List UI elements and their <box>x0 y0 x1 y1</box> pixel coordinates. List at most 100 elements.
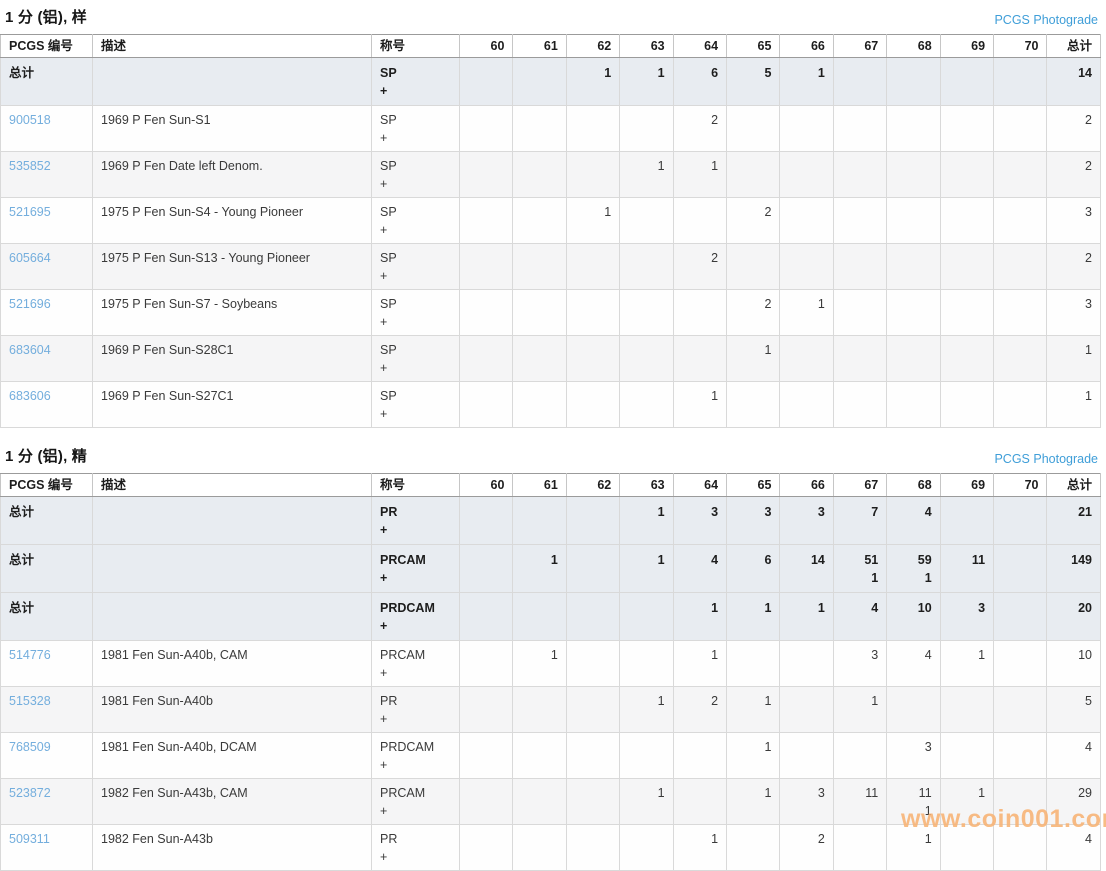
designation-label: SP <box>380 341 451 359</box>
pcgs-number-link[interactable]: 509311 <box>9 832 50 846</box>
pcgs-number-cell: 514776 <box>1 641 93 687</box>
grade-70-cell <box>994 825 1047 871</box>
designation-cell: SP+ <box>372 106 460 152</box>
total-row: 总计PRDCAM+111410320 <box>1 593 1101 641</box>
pcgs-number-link[interactable]: 900518 <box>9 113 51 127</box>
grade-64-cell: 2 <box>673 687 726 733</box>
grade-count: 3 <box>788 784 824 802</box>
designation-cell: PRCAM+ <box>372 545 460 593</box>
grade-61-cell <box>513 198 566 244</box>
grade-64-cell: 1 <box>673 593 726 641</box>
table-row: 5147761981 Fen Sun-A40b, CAMPRCAM+113411… <box>1 641 1101 687</box>
grade-count: 1 <box>628 64 664 82</box>
grade-count: 1 <box>788 599 824 617</box>
pcgs-number-link[interactable]: 521695 <box>9 205 51 219</box>
column-header-pcgs-number: PCGS 编号 <box>1 474 93 497</box>
grade-68-cell <box>887 382 940 428</box>
pcgs-number-link[interactable]: 535852 <box>9 159 51 173</box>
grade-64-cell: 4 <box>673 545 726 593</box>
total-count: 4 <box>1055 830 1092 848</box>
pcgs-number-cell: 523872 <box>1 779 93 825</box>
grade-68-cell: 591 <box>887 545 940 593</box>
total-row: 总计SP+1165114 <box>1 58 1101 106</box>
designation-label: PR <box>380 830 451 848</box>
pcgs-number-link[interactable]: 523872 <box>9 786 51 800</box>
total-cell: 3 <box>1047 198 1101 244</box>
grade-67-cell: 3 <box>833 641 886 687</box>
grade-66-cell: 1 <box>780 290 833 336</box>
table-row: 9005181969 P Fen Sun-S1SP+22 <box>1 106 1101 152</box>
grade-count: 1 <box>682 646 718 664</box>
total-count: 1 <box>1055 387 1092 405</box>
designation-plus-label: + <box>380 617 451 635</box>
pcgs-number-cell: 605664 <box>1 244 93 290</box>
designation-label: SP <box>380 249 451 267</box>
total-cell: 5 <box>1047 687 1101 733</box>
pcgs-number-link[interactable]: 683604 <box>9 343 51 357</box>
grade-70-cell <box>994 58 1047 106</box>
designation-label: PRDCAM <box>380 599 451 617</box>
column-header-61: 61 <box>513 474 566 497</box>
grade-68-cell: 1 <box>887 825 940 871</box>
pcgs-number-cell: 768509 <box>1 733 93 779</box>
description-cell: 1969 P Fen Sun-S1 <box>93 106 372 152</box>
total-cell: 14 <box>1047 58 1101 106</box>
grade-count: 1 <box>682 157 718 175</box>
pcgs-number-cell: 521696 <box>1 290 93 336</box>
grade-count: 1 <box>682 387 718 405</box>
grade-63-cell <box>620 641 673 687</box>
grade-count: 3 <box>895 738 931 756</box>
pcgs-number-link[interactable]: 683606 <box>9 389 51 403</box>
total-cell: 29 <box>1047 779 1101 825</box>
column-header-designation: 称号 <box>372 474 460 497</box>
pcgs-number-cell: 683606 <box>1 382 93 428</box>
column-header-68: 68 <box>887 474 940 497</box>
designation-label: SP <box>380 295 451 313</box>
grade-66-cell <box>780 198 833 244</box>
pcgs-number-cell: 总计 <box>1 593 93 641</box>
total-label: 总计 <box>9 553 34 567</box>
grade-66-cell <box>780 336 833 382</box>
total-cell: 4 <box>1047 733 1101 779</box>
grade-count: 1 <box>949 646 985 664</box>
pcgs-number-link[interactable]: 521696 <box>9 297 51 311</box>
grade-64-cell: 2 <box>673 106 726 152</box>
grade-63-cell <box>620 106 673 152</box>
grade-count: 1 <box>628 157 664 175</box>
grade-67-cell: 11 <box>833 779 886 825</box>
grade-60-cell <box>460 641 513 687</box>
population-table-proof: PCGS 编号描述称号6061626364656667686970总计总计PR+… <box>0 473 1101 871</box>
total-count: 3 <box>1055 295 1092 313</box>
grade-60-cell <box>460 106 513 152</box>
grade-count: 11 <box>842 784 878 802</box>
page-title: 1 分 (铝), 精 <box>5 445 87 466</box>
description-cell: 1982 Fen Sun-A43b <box>93 825 372 871</box>
grade-65-cell <box>727 382 780 428</box>
grade-count: 1 <box>842 692 878 710</box>
designation-plus-label: + <box>380 175 451 193</box>
grade-66-cell: 1 <box>780 58 833 106</box>
column-header-61: 61 <box>513 35 566 58</box>
pcgs-number-link[interactable]: 515328 <box>9 694 51 708</box>
designation-cell: SP+ <box>372 58 460 106</box>
total-count: 10 <box>1055 646 1092 664</box>
section-specimen: 1 分 (铝), 样 PCGS Photograde PCGS 编号描述称号60… <box>0 0 1106 428</box>
pcgs-number-link[interactable]: 768509 <box>9 740 51 754</box>
grade-67-cell <box>833 106 886 152</box>
photograde-link[interactable]: PCGS Photograde <box>994 452 1098 466</box>
grade-63-cell: 1 <box>620 497 673 545</box>
pcgs-number-link[interactable]: 514776 <box>9 648 51 662</box>
pcgs-number-cell: 总计 <box>1 545 93 593</box>
designation-cell: SP+ <box>372 336 460 382</box>
total-count: 14 <box>1055 64 1092 82</box>
column-header-67: 67 <box>833 474 886 497</box>
grade-count: 1 <box>735 738 771 756</box>
photograde-link[interactable]: PCGS Photograde <box>994 13 1098 27</box>
grade-61-cell: 1 <box>513 545 566 593</box>
grade-70-cell <box>994 290 1047 336</box>
grade-67-cell <box>833 198 886 244</box>
pcgs-number-link[interactable]: 605664 <box>9 251 51 265</box>
grade-70-cell <box>994 152 1047 198</box>
grade-66-cell <box>780 641 833 687</box>
grade-61-cell <box>513 779 566 825</box>
